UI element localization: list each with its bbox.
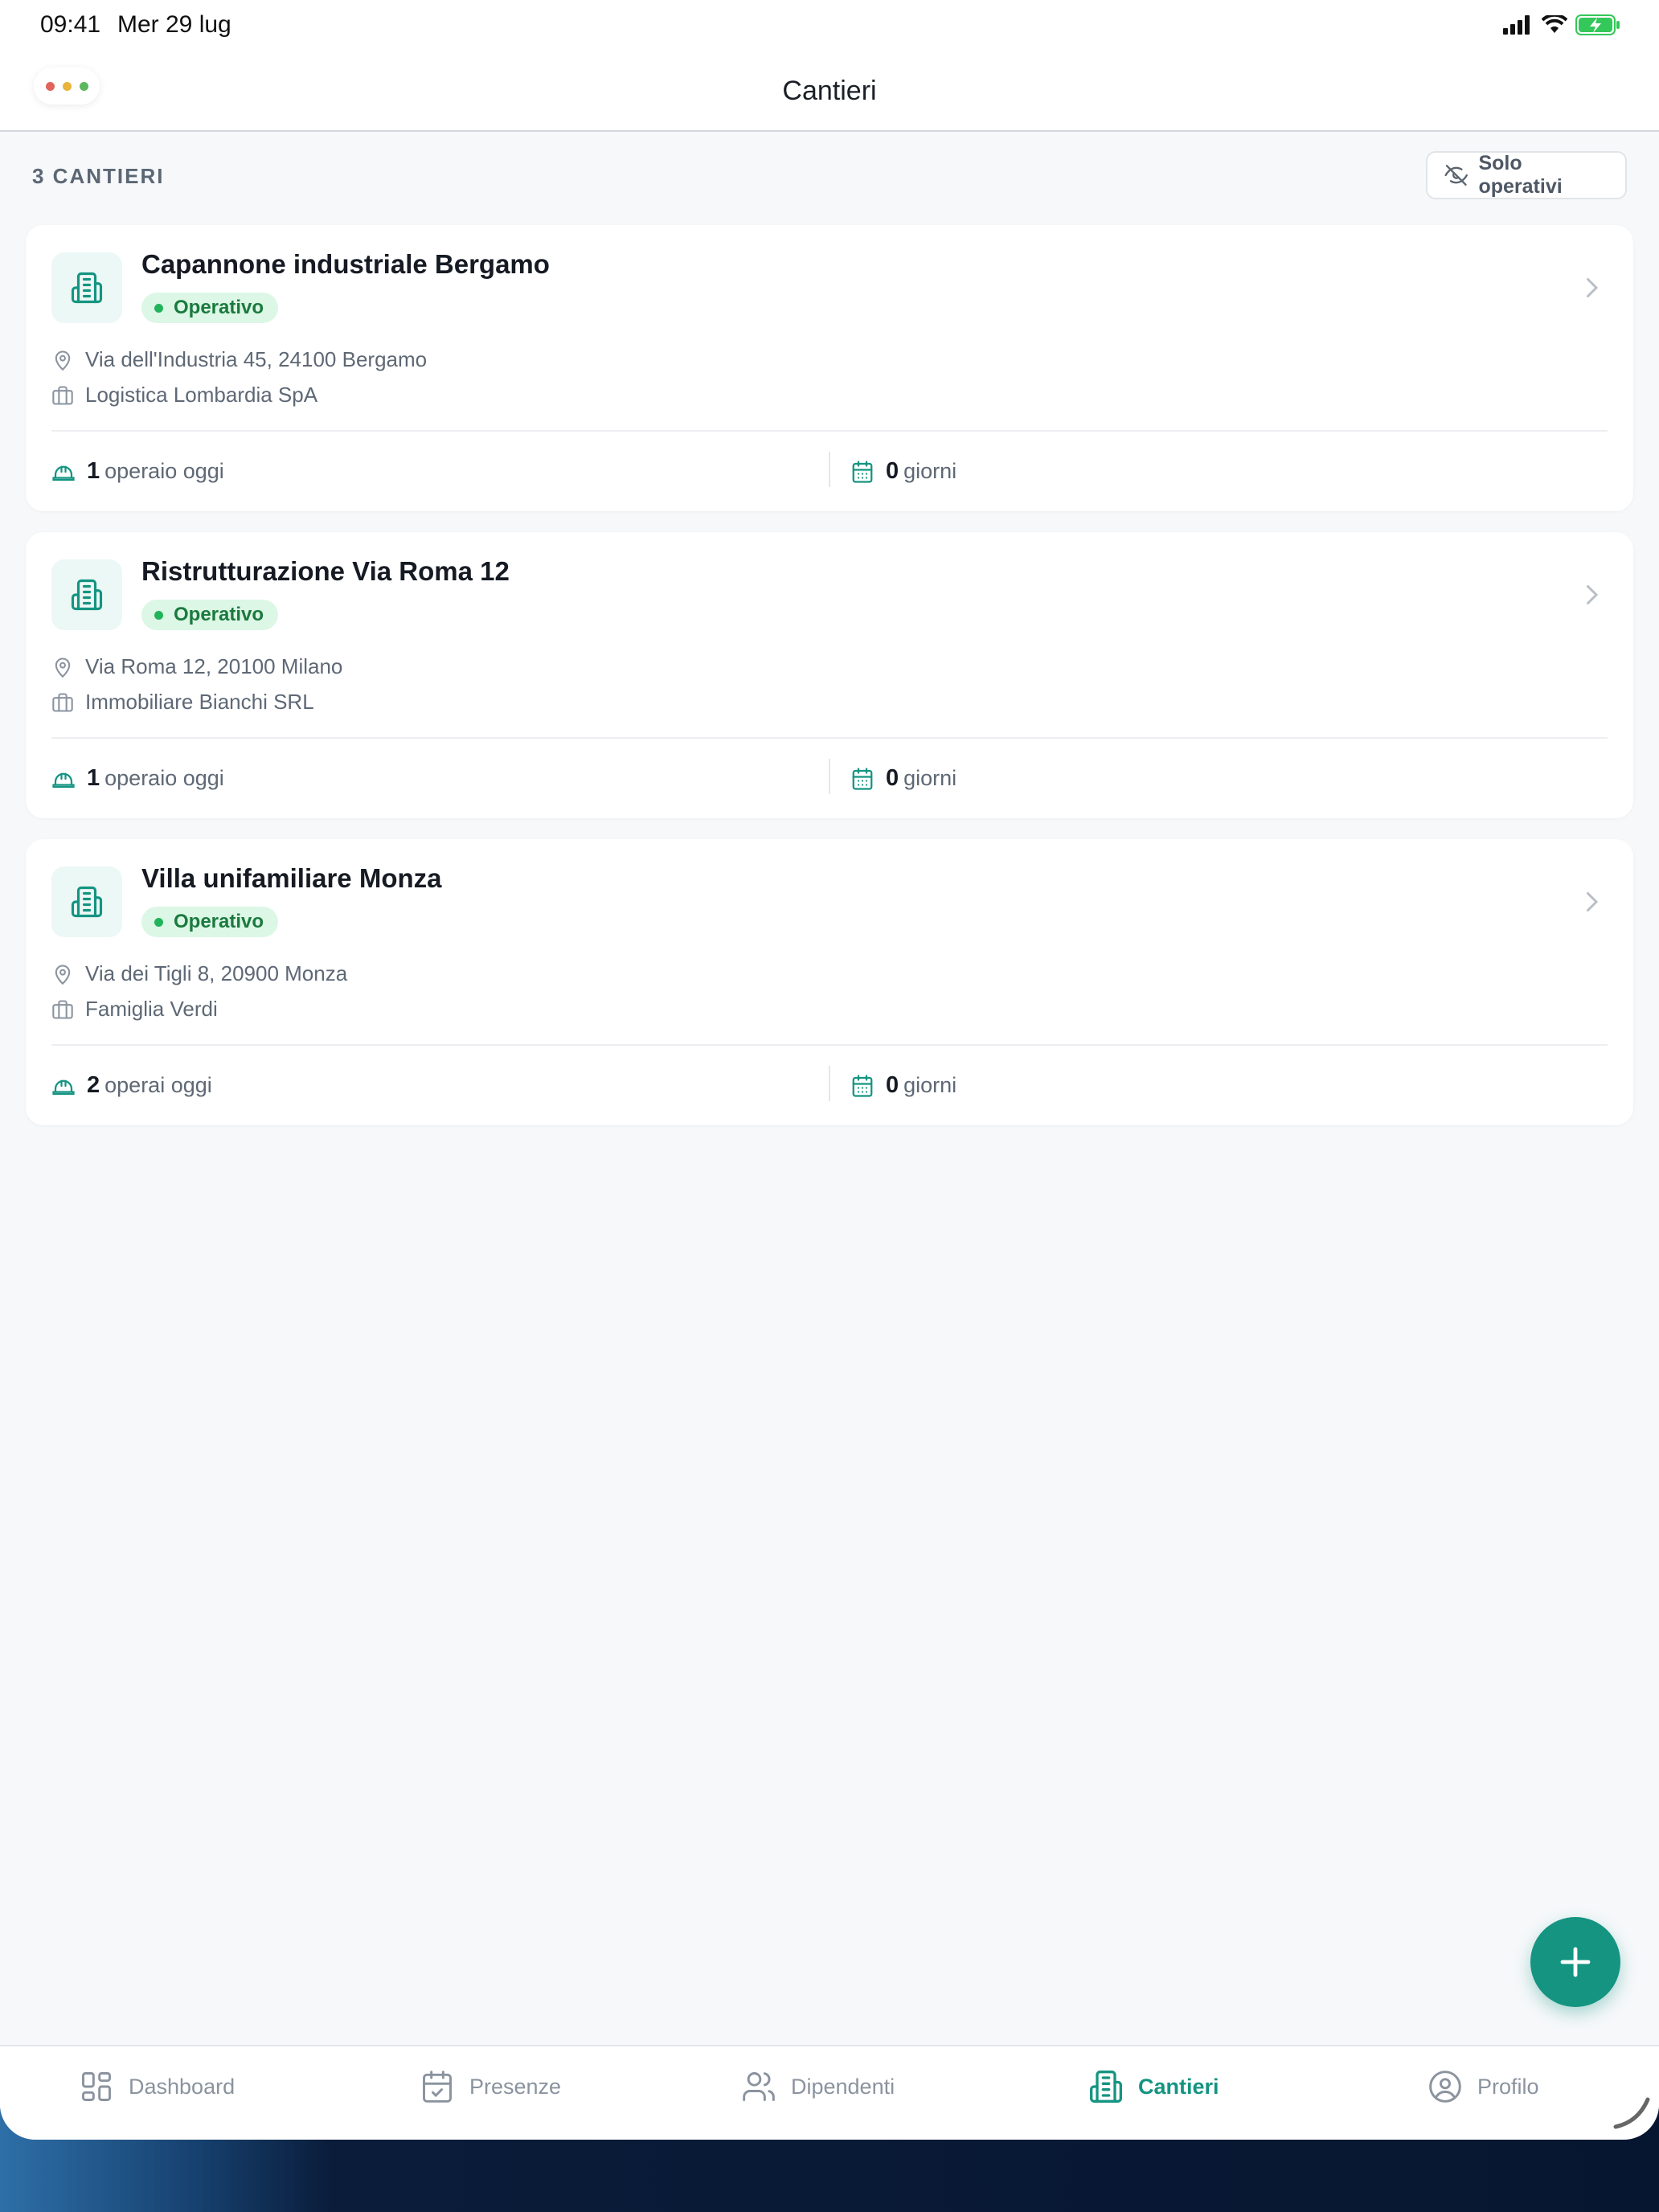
status-bar: 09:41 Mer 29 lug <box>0 0 1659 51</box>
workers-stat: 1 operaio oggi <box>51 458 224 485</box>
chevron-right-icon <box>1587 892 1599 911</box>
tab-label: Profilo <box>1477 2074 1539 2099</box>
site-card[interactable]: Villa unifamiliare Monza Operativo Via d… <box>26 839 1633 1125</box>
site-address: Via dei Tigli 8, 20900 Monza <box>85 961 348 985</box>
card-divider <box>51 737 1608 739</box>
site-client: Logistica Lombardia SpA <box>85 383 318 407</box>
status-icons <box>1503 14 1620 35</box>
card-divider <box>51 430 1608 432</box>
site-client-row: Logistica Lombardia SpA <box>51 383 317 408</box>
hard-hat-icon <box>52 772 75 788</box>
briefcase-icon <box>52 999 73 1019</box>
site-address-row: Via Roma 12, 20100 Milano <box>51 654 342 679</box>
days-count: 0 <box>886 1072 899 1098</box>
tab-bar: Dashboard Presenze Dipendenti Cantieri P… <box>0 2045 1659 2140</box>
filter-operative-button[interactable]: Solo operativi <box>1426 151 1627 199</box>
map-pin-icon <box>55 350 71 371</box>
map-pin-icon <box>55 965 71 985</box>
site-address: Via Roma 12, 20100 Milano <box>85 654 343 678</box>
battery-charging-icon <box>1575 14 1620 35</box>
calendar-icon <box>852 460 873 483</box>
site-card[interactable]: Capannone industriale Bergamo Operativo … <box>26 225 1633 511</box>
site-address-row: Via dell'Industria 45, 24100 Bergamo <box>51 347 427 372</box>
days-stat: 0 giorni <box>850 458 956 485</box>
briefcase-icon <box>52 385 73 405</box>
tab-profilo[interactable]: Profilo <box>1428 2069 1539 2104</box>
status-badge: Operativo <box>141 907 279 937</box>
building-icon <box>51 559 122 630</box>
wifi-icon <box>1542 15 1567 33</box>
chevron-right-icon <box>1587 278 1599 297</box>
workers-count: 1 <box>87 458 100 484</box>
tab-label: Dipendenti <box>791 2074 895 2099</box>
site-name: Ristrutturazione Via Roma 12 <box>141 556 510 586</box>
building-icon <box>51 252 122 323</box>
tab-label: Cantieri <box>1138 2074 1219 2099</box>
building-icon <box>51 866 122 937</box>
nav-header: Cantieri <box>0 51 1659 132</box>
site-name: Capannone industriale Bergamo <box>141 249 550 279</box>
days-stat: 0 giorni <box>850 1072 956 1099</box>
tab-dipendenti[interactable]: Dipendenti <box>741 2069 895 2104</box>
status-badge: Operativo <box>141 293 279 323</box>
days-label: giorni <box>903 1073 957 1097</box>
stat-separator <box>829 1066 830 1101</box>
chevron-right-icon <box>1587 585 1599 604</box>
status-date: Mer 29 lug <box>117 11 231 38</box>
calendar-icon <box>852 767 873 790</box>
building-icon <box>1090 2071 1122 2103</box>
days-count: 0 <box>886 765 899 791</box>
resize-handle-icon[interactable] <box>1611 2090 1653 2132</box>
site-name: Villa unifamiliare Monza <box>141 863 442 893</box>
site-client-row: Immobiliare Bianchi SRL <box>51 690 314 715</box>
page-title: Cantieri <box>782 76 877 106</box>
calendar-icon <box>852 1074 873 1097</box>
site-client: Immobiliare Bianchi SRL <box>85 690 314 714</box>
tab-dashboard[interactable]: Dashboard <box>79 2069 235 2104</box>
days-count: 0 <box>886 458 899 484</box>
days-label: giorni <box>903 459 957 483</box>
dashboard-icon <box>82 2072 111 2101</box>
site-client-row: Famiglia Verdi <box>51 997 218 1022</box>
sites-count-label: 3 CANTIERI <box>32 164 165 188</box>
map-pin-icon <box>55 657 71 678</box>
workers-count: 1 <box>87 765 100 791</box>
tab-cantieri[interactable]: Cantieri <box>1088 2069 1219 2104</box>
workers-stat: 1 operaio oggi <box>51 765 224 792</box>
plus-icon <box>1560 1947 1591 1977</box>
tab-presenze[interactable]: Presenze <box>420 2069 561 2104</box>
users-icon <box>743 2072 775 2101</box>
days-label: giorni <box>903 766 957 790</box>
tab-label: Presenze <box>469 2074 562 2099</box>
site-client: Famiglia Verdi <box>85 997 218 1021</box>
workers-stat: 2 operai oggi <box>51 1072 212 1099</box>
card-divider <box>51 1044 1608 1046</box>
status-time: 09:41 <box>40 11 101 38</box>
status-badge: Operativo <box>141 600 279 630</box>
hard-hat-icon <box>52 1079 75 1095</box>
site-address: Via dell'Industria 45, 24100 Bergamo <box>85 347 428 371</box>
hard-hat-icon <box>52 465 75 481</box>
tab-label: Dashboard <box>129 2074 236 2099</box>
filter-label: Solo operativi <box>1478 152 1563 198</box>
workers-label: operaio oggi <box>104 459 224 483</box>
user-circle-icon <box>1429 2071 1461 2103</box>
eye-off-icon <box>1444 165 1469 186</box>
briefcase-icon <box>52 692 73 712</box>
signal-icon <box>1503 15 1530 35</box>
days-stat: 0 giorni <box>850 765 956 792</box>
calendar-check-icon <box>423 2071 452 2103</box>
workers-label: operai oggi <box>104 1073 212 1097</box>
workers-count: 2 <box>87 1072 100 1098</box>
workers-label: operaio oggi <box>104 766 224 790</box>
stat-separator <box>829 452 830 487</box>
stat-separator <box>829 759 830 794</box>
add-site-button[interactable] <box>1530 1917 1620 2007</box>
app-window: 09:41 Mer 29 lug Cantieri 3 CANTIERI Sol… <box>0 0 1659 2140</box>
site-card[interactable]: Ristrutturazione Via Roma 12 Operativo V… <box>26 532 1633 818</box>
site-address-row: Via dei Tigli 8, 20900 Monza <box>51 961 347 986</box>
